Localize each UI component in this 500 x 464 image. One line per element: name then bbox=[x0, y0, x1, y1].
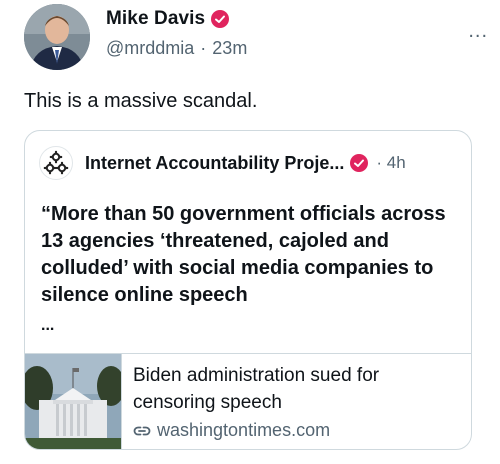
link-icon bbox=[133, 426, 151, 435]
quoted-header: Internet Accountability Proje... · 4h bbox=[39, 145, 457, 181]
quoted-text: “More than 50 government officials acros… bbox=[41, 203, 446, 306]
quoted-timestamp[interactable]: 4h bbox=[387, 153, 406, 172]
quoted-author-avatar[interactable] bbox=[39, 146, 73, 180]
author-avatar[interactable] bbox=[24, 4, 90, 70]
link-card-domain[interactable]: washingtontimes.com bbox=[157, 420, 330, 441]
avatar-image bbox=[24, 4, 90, 70]
more-icon[interactable]: ... bbox=[468, 20, 488, 43]
separator-dot: · bbox=[376, 153, 383, 172]
separator-dot: · bbox=[200, 38, 207, 58]
tweet-screen: Mike Davis @mrddmia · 23m ... This is a ma… bbox=[0, 0, 500, 464]
link-card-domain-row: washingtontimes.com bbox=[133, 420, 330, 441]
author-name[interactable]: Mike Davis bbox=[106, 8, 205, 30]
verified-badge-icon bbox=[350, 154, 369, 172]
quoted-text-ellipsis: ... bbox=[41, 317, 55, 334]
link-card-title[interactable]: Biden administration sued for censoring … bbox=[133, 362, 453, 416]
handle-row: @mrddmia · 23m bbox=[106, 38, 247, 59]
author-name-row[interactable]: Mike Davis bbox=[106, 8, 230, 30]
verified-badge-icon bbox=[211, 10, 230, 28]
quoted-author-name[interactable]: Internet Accountability Proje... bbox=[85, 153, 344, 174]
link-card-thumbnail[interactable] bbox=[25, 354, 122, 449]
tweet-text: This is a massive scandal. bbox=[24, 90, 258, 112]
author-handle[interactable]: @mrddmia bbox=[106, 38, 194, 58]
link-card[interactable]: Biden administration sued for censoring … bbox=[25, 353, 471, 449]
white-house-image bbox=[25, 354, 121, 449]
gears-logo-icon bbox=[43, 150, 69, 175]
quoted-tweet[interactable]: Internet Accountability Proje... · 4h “M… bbox=[24, 130, 472, 450]
tweet-timestamp[interactable]: 23m bbox=[212, 38, 247, 58]
quoted-timestamp-row: · 4h bbox=[376, 153, 405, 173]
